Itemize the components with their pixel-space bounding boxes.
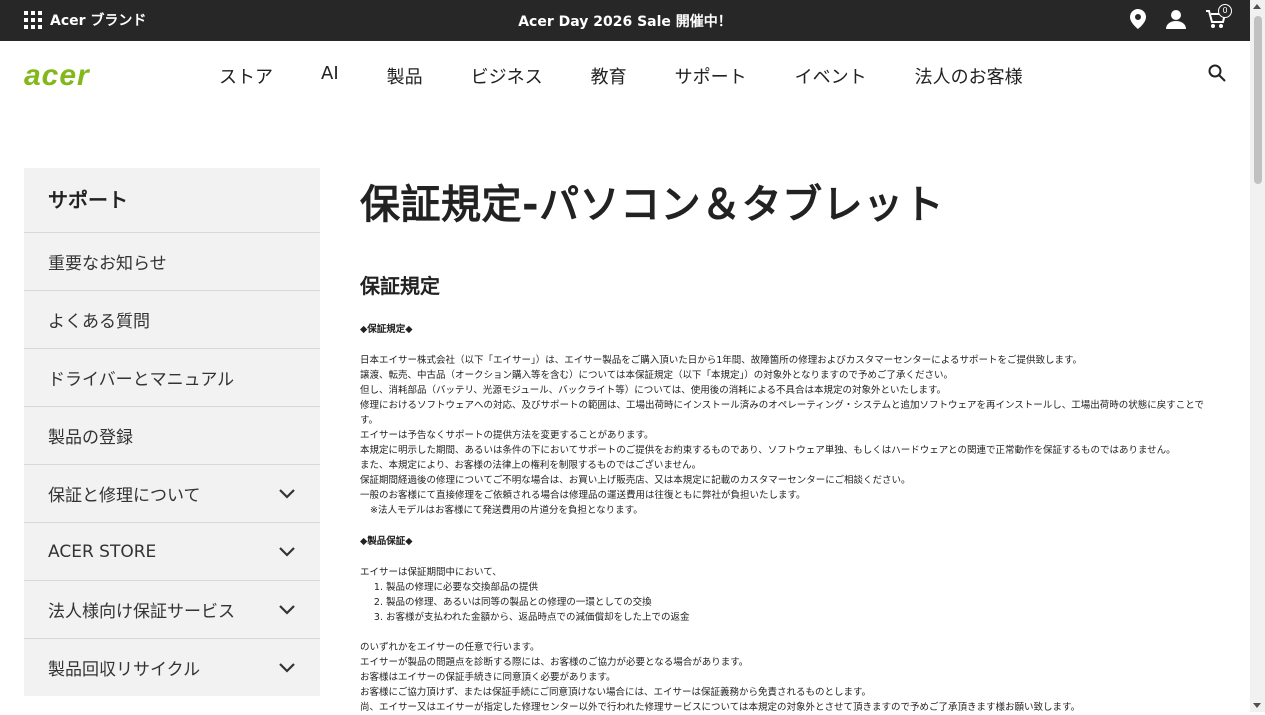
paragraph-line: 譲渡、転売、中古品（オークション購入等を含む）については本保証規定（以下「本規定… [360,370,953,381]
search-icon[interactable] [1208,64,1226,82]
page-title: 保証規定-パソコン＆タブレット [360,182,945,228]
paragraph-line: 但し、消耗部品（バッテリ、光源モジュール、バックライト等）については、使用後の消… [360,385,947,396]
paragraph-line: 本規定に明示した期間、あるいは条件の下においてサポートのご提供をお約束するもので… [360,445,1176,456]
sidebar-item-label: ドライバーとマニュアル [48,370,235,390]
sidebar-item-drivers-manuals[interactable]: ドライバーとマニュアル [24,348,320,406]
section-title: 保証規定 [360,274,440,298]
list-item: 製品の修理、あるいは同等の製品との修理の一環としての交換 [386,595,1210,610]
support-sidebar: サポート 重要なお知らせ よくある質問 ドライバーとマニュアル 製品の登録 保証… [24,168,320,696]
warranty-options-list: 製品の修理に必要な交換部品の提供 製品の修理、あるいは同等の製品との修理の一環と… [360,580,1210,625]
list-item: お客様が支払われた金額から、返品時点での減価償却をした上での返金 [386,610,1210,625]
paragraph-line: エイサーは保証期間中において、 [360,567,502,578]
chevron-down-icon[interactable] [278,659,296,677]
paragraph-line: のいずれかをエイサーの任意で行います。 [360,642,540,653]
paragraph-line: 日本エイサー株式会社（以下「エイサー」）は、エイサー製品をご購入頂いた日から1年… [360,355,1083,366]
acer-logo[interactable]: acer [24,59,90,93]
paragraph-line: お客様にご協力頂けず、または保証手続にご同意頂けない場合には、エイサーは保証義務… [360,687,872,698]
scroll-down-arrow-icon[interactable] [1253,703,1261,708]
main-content: 保証規定-パソコン＆タブレット 保証規定 ◆保証規定◆ 日本エイサー株式会社（以… [360,172,1210,715]
section-heading: ◆製品保証◆ [360,536,413,547]
paragraph-line: 尚、エイサー又はエイサーが指定した修理センター以外で行われた修理サービスについて… [360,702,1081,713]
paragraph-line: 一般のお客様にて直接修理をご依頼される場合は修理品の運送費用は往復ともに弊社が負… [360,490,806,501]
nav-item-business[interactable]: ビジネス [471,63,543,89]
sidebar-item-label: 保証と修理について [48,486,201,506]
sidebar-item-acer-store[interactable]: ACER STORE [24,522,320,580]
paragraph-note: ※法人モデルはお客様にて発送費用の片道分を負担となります。 [370,505,643,516]
paragraph-line: エイサーが製品の問題点を診断する際には、お客様のご協力が必要となる場合があります… [360,657,749,668]
paragraph-line: 保証期間経過後の修理についてご不明な場合は、お買い上げ販売店、又は本規定に記載の… [360,475,911,486]
sidebar-item-label: ACER STORE [48,541,157,562]
user-icon[interactable] [1166,9,1186,29]
sidebar-item-label: よくある質問 [48,312,150,332]
scrollbar-thumb[interactable] [1254,16,1262,184]
sidebar-item-corporate-warranty[interactable]: 法人様向け保証サービス [24,580,320,638]
chevron-down-icon[interactable] [278,601,296,619]
warranty-text: 日本エイサー株式会社（以下「エイサー」）は、エイサー製品をご購入頂いた日から1年… [360,353,1210,518]
paragraph-line: お客様はエイサーの保証手続きに同意頂く必要があります。 [360,672,616,683]
section-heading: ◆保証規定◆ [360,324,413,335]
top-bar: Acer ブランド Acer Day 2026 Sale 開催中！ 0 [0,0,1250,41]
paragraph-line: また、本規定により、お客様の法律上の権利を制限するものではございません。 [360,460,702,471]
scroll-up-arrow-icon[interactable] [1253,4,1261,9]
sidebar-item-product-registration[interactable]: 製品の登録 [24,406,320,464]
sidebar-item-recycling[interactable]: 製品回収リサイクル [24,638,320,696]
nav-item-education[interactable]: 教育 [591,63,627,89]
paragraph-line: エイサーは予告なくサポートの提供方法を変更することがあります。 [360,430,654,441]
sidebar-item-label: 製品の登録 [48,428,133,448]
nav-item-products[interactable]: 製品 [387,63,423,89]
promo-banner[interactable]: Acer Day 2026 Sale 開催中！ [0,11,1250,31]
sidebar-item-warranty-repair[interactable]: 保証と修理について [24,464,320,522]
cart-count-badge: 0 [1218,4,1232,18]
location-pin-icon[interactable] [1130,9,1146,29]
nav-item-corporate[interactable]: 法人のお客様 [915,63,1023,89]
sidebar-item-notices[interactable]: 重要なお知らせ [24,232,320,290]
sidebar-item-label: 製品回収リサイクル [48,660,201,680]
chevron-down-icon[interactable] [278,543,296,561]
nav-item-store[interactable]: ストア [219,63,273,89]
nav-item-ai[interactable]: AI [321,63,339,89]
chevron-down-icon[interactable] [278,485,296,503]
list-item: 製品の修理に必要な交換部品の提供 [386,580,1210,595]
sidebar-item-label: 法人様向け保証サービス [48,602,235,622]
cart-button[interactable]: 0 [1206,4,1232,29]
warranty-text: のいずれかをエイサーの任意で行います。 エイサーが製品の問題点を診断する際には、… [360,640,1210,715]
nav-item-events[interactable]: イベント [795,63,867,89]
sidebar-item-faq[interactable]: よくある質問 [24,290,320,348]
paragraph-line: 修理におけるソフトウェアへの対応、及びサポートの範囲は、工場出荷時にインストール… [360,400,1204,426]
sidebar-title: サポート [24,168,320,232]
main-nav: acer ストア AI 製品 ビジネス 教育 サポート イベント 法人のお客様 [0,41,1250,111]
nav-item-support[interactable]: サポート [675,63,747,89]
page-scrollbar[interactable] [1250,0,1265,712]
sidebar-item-label: 重要なお知らせ [48,254,167,274]
